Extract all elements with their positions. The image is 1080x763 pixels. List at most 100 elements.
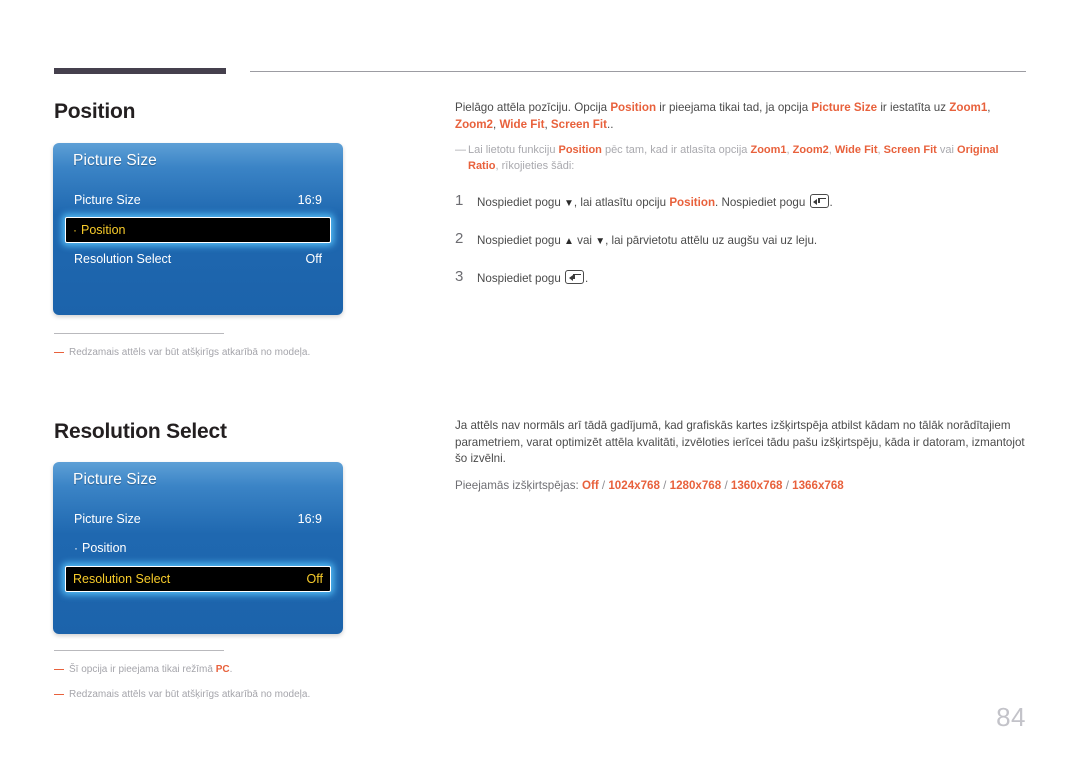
step-part: Nospiediet pogu xyxy=(477,272,565,285)
step-part: , lai atlasītu opciju xyxy=(573,196,670,209)
enter-key-icon xyxy=(809,194,829,208)
step-part: vai xyxy=(573,234,596,247)
note-emphasis: PC xyxy=(215,664,230,675)
osd-row-picture-size[interactable]: Picture Size 16:9 xyxy=(67,507,329,531)
right-column-position: Pielāgo attēla pozīciju. Opcija Position… xyxy=(455,100,1025,305)
step-number: 2 xyxy=(455,230,464,247)
osd-row-resolution-select[interactable]: Resolution Select Off xyxy=(67,247,329,271)
resolution-separator: / xyxy=(721,478,731,492)
desc-part: ir iestatīta uz xyxy=(877,101,950,114)
osd-row-resolution-select-selected[interactable]: Resolution Select Off xyxy=(65,566,331,592)
right-column-resolution-select: Ja attēls nav normāls arī tādā gadījumā,… xyxy=(455,418,1025,494)
header-rule-thin xyxy=(250,71,1026,72)
sub-note-part: pēc tam, kad ir atlasīta opcija xyxy=(601,144,751,156)
step-part: Nospiediet pogu xyxy=(477,196,565,209)
header-rule xyxy=(54,68,1026,76)
sub-note-dash-icon: ― xyxy=(455,144,466,156)
bullet-icon: · xyxy=(73,223,77,237)
desc-emphasis: Position xyxy=(610,101,657,114)
sub-note-emphasis: Screen Fit xyxy=(883,144,937,156)
osd-row-label-wrap: · Position xyxy=(74,541,126,555)
step-part: . xyxy=(585,272,589,285)
osd-row-label: Resolution Select xyxy=(73,572,171,586)
step-part: Nospiediet pogu xyxy=(477,234,565,247)
sub-note-emphasis: Zoom1 xyxy=(750,144,787,156)
step-part: . xyxy=(829,196,833,209)
position-sub-note: ― Lai lietotu funkciju Position pēc tam, … xyxy=(455,142,1025,174)
step-number: 3 xyxy=(455,268,464,285)
resolution-separator: / xyxy=(659,478,670,492)
desc-emphasis: Screen Fit xyxy=(550,117,607,131)
section-title-position: Position xyxy=(54,100,136,123)
desc-part: .. xyxy=(606,117,614,131)
enter-key-icon xyxy=(565,270,585,284)
osd-row-label: Resolution Select xyxy=(74,252,172,266)
sub-note-emphasis: Wide Fit xyxy=(834,144,878,156)
position-description: Pielāgo attēla pozīciju. Opcija Position… xyxy=(455,100,1025,133)
section-title-resolution-select: Resolution Select xyxy=(54,420,227,443)
arrow-down-icon: ▼ xyxy=(595,236,606,247)
note-text: Šī opcija ir pieejama tikai režīmā xyxy=(69,664,216,675)
note-line: ― Redzamais attēls var būt atšķirīgs atka… xyxy=(54,345,310,361)
resolution-value: 1024x768 xyxy=(608,478,660,492)
osd-row-value: 16:9 xyxy=(297,512,322,526)
osd-header-label: Picture Size xyxy=(73,471,157,488)
desc-part: Pielāgo attēla pozīciju. Opcija xyxy=(455,101,611,114)
sub-note-emphasis: Position xyxy=(558,144,602,156)
arrow-up-icon: ▲ xyxy=(564,236,574,247)
available-resolutions-values: Off / 1024x768 / 1280x768 / 1360x768 / 1… xyxy=(582,479,844,492)
osd-row-label: Position xyxy=(82,541,127,555)
step-number: 1 xyxy=(455,192,464,209)
step-part: . Nospiediet pogu xyxy=(715,196,809,209)
resolution-value: 1280x768 xyxy=(669,478,722,492)
desc-emphasis: Wide Fit xyxy=(499,117,545,131)
sub-note-part: vai xyxy=(936,144,958,156)
arrow-down-icon: ▼ xyxy=(564,198,574,209)
step-item: 1 Nospiediet pogu ▼, lai atlasītu opciju… xyxy=(455,192,1025,212)
note-dash-icon: ― xyxy=(54,664,64,675)
resolution-value: 1366x768 xyxy=(792,478,844,492)
step-part: , lai pārvietotu attēlu uz augšu vai uz … xyxy=(605,234,818,247)
osd-header-label: Picture Size xyxy=(73,152,157,169)
available-resolutions: Pieejamās izšķirtspējas: Off / 1024x768 … xyxy=(455,478,1025,494)
page-number: 84 xyxy=(996,702,1026,732)
osd-row-label: Picture Size xyxy=(74,512,141,526)
osd-menu-resolution-select[interactable]: Picture Size Picture Size 16:9 · Position… xyxy=(53,462,343,634)
note-divider xyxy=(54,333,224,334)
notes-resolution-select: ― Šī opcija ir pieejama tikai režīmā PC. … xyxy=(54,650,310,712)
desc-part: , xyxy=(987,101,991,114)
note-dash-icon: ― xyxy=(54,347,64,358)
resolution-value: Off xyxy=(581,478,599,492)
note-line: ― Redzamais attēls var būt atšķirīgs atka… xyxy=(54,687,310,703)
desc-emphasis: Zoom2 xyxy=(455,117,494,131)
bullet-icon: · xyxy=(74,541,78,555)
step-text: Nospiediet pogu . xyxy=(477,268,588,287)
osd-row-picture-size[interactable]: Picture Size 16:9 xyxy=(67,188,329,212)
available-resolutions-label: Pieejamās izšķirtspējas: xyxy=(455,478,582,492)
note-text: Redzamais attēls var būt atšķirīgs atkar… xyxy=(69,689,311,700)
osd-row-position[interactable]: · Position xyxy=(67,536,329,560)
step-text: Nospiediet pogu ▲ vai ▼, lai pārvietotu … xyxy=(477,230,817,250)
note-divider xyxy=(54,650,224,651)
sub-note-part: , rīkojieties šādi: xyxy=(495,160,575,172)
note-text: Redzamais attēls var būt atšķirīgs atkar… xyxy=(69,347,311,358)
note-line: ― Šī opcija ir pieejama tikai režīmā PC. xyxy=(54,662,310,678)
position-steps: 1 Nospiediet pogu ▼, lai atlasītu opciju… xyxy=(455,192,1025,287)
header-rule-thick xyxy=(54,68,226,74)
osd-row-value: Off xyxy=(305,252,322,266)
osd-row-position-selected[interactable]: · Position xyxy=(65,217,331,243)
step-item: 2 Nospiediet pogu ▲ vai ▼, lai pārvietot… xyxy=(455,230,1025,250)
note-text: . xyxy=(229,664,233,675)
notes-position: ― Redzamais attēls var būt atšķirīgs atka… xyxy=(54,333,310,370)
sub-note-emphasis: Zoom2 xyxy=(792,144,829,156)
osd-row-label: Picture Size xyxy=(74,193,141,207)
resolution-separator: / xyxy=(598,478,609,492)
osd-menu-position[interactable]: Picture Size Picture Size 16:9 · Position… xyxy=(53,143,343,315)
osd-row-label-wrap: · Position xyxy=(73,223,125,237)
osd-row-label: Position xyxy=(81,223,126,237)
step-emphasis: Position xyxy=(669,196,716,209)
step-text: Nospiediet pogu ▼, lai atlasītu opciju P… xyxy=(477,192,833,212)
desc-emphasis: Zoom1 xyxy=(949,101,988,114)
resolution-description: Ja attēls nav normāls arī tādā gadījumā,… xyxy=(455,419,1025,465)
note-dash-icon: ― xyxy=(54,689,64,700)
